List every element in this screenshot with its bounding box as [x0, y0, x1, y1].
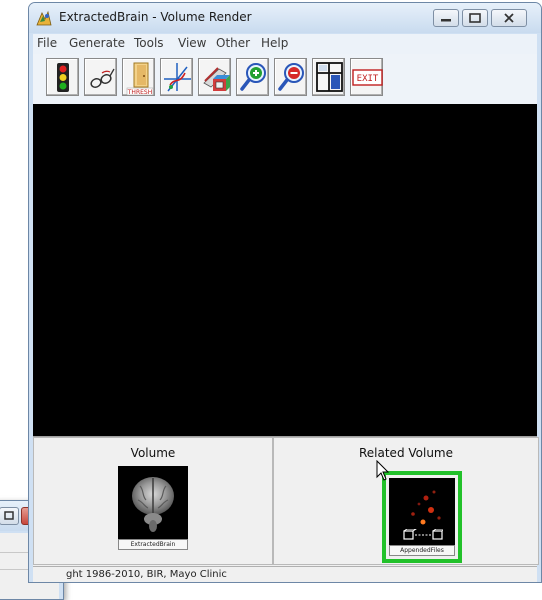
brain-image — [132, 477, 174, 532]
traffic-light-button[interactable] — [46, 58, 79, 96]
zoom-out-button[interactable] — [274, 58, 307, 96]
status-bar: ght 1986-2010, BIR, Mayo Clinic — [33, 566, 537, 582]
close-icon — [504, 13, 514, 23]
zoom-in-icon — [240, 63, 266, 91]
related-volume-pane-title: Related Volume — [358, 446, 454, 460]
menu-file[interactable]: File — [37, 36, 57, 50]
color-cube-button[interactable] — [198, 58, 231, 96]
exit-label: EXIT — [357, 74, 379, 84]
minimize-button[interactable] — [433, 9, 459, 27]
copyright-text: ght 1986-2010, BIR, Mayo Clinic — [66, 569, 227, 580]
maximize-icon — [469, 13, 481, 23]
menu-view[interactable]: View — [178, 36, 206, 50]
thresh-door-icon: THRESH — [126, 62, 154, 96]
volume-thumbnail[interactable]: ExtractedBrain — [118, 466, 188, 550]
thumbnail-panel: Volume ExtractedBrain Related Volume App… — [33, 436, 539, 567]
volume-thumbnail-label: ExtractedBrain — [118, 539, 188, 550]
volume-pane: Volume ExtractedBrain — [33, 437, 273, 565]
exit-icon: EXIT — [352, 69, 383, 86]
maximize-button[interactable] — [462, 9, 488, 27]
thresh-label: THRESH — [127, 89, 152, 96]
menu-bar: File Generate Tools View Other Help — [33, 34, 537, 54]
menu-other[interactable]: Other — [216, 36, 250, 50]
axes-icon — [164, 63, 191, 92]
volume-pane-title: Volume — [130, 446, 176, 460]
render-viewport[interactable] — [33, 104, 537, 436]
layout-button[interactable] — [312, 58, 345, 96]
axes-button[interactable] — [160, 58, 193, 96]
glasses-button[interactable] — [84, 58, 117, 96]
traffic-light-icon — [57, 63, 69, 92]
menu-help[interactable]: Help — [261, 36, 288, 50]
background-maximize-button[interactable] — [0, 507, 19, 525]
close-button[interactable] — [491, 9, 527, 27]
related-volume-pane: Related Volume AppendedFiles — [273, 437, 539, 565]
related-volume-thumbnail-label: AppendedFiles — [389, 545, 455, 556]
maximize-icon — [4, 511, 14, 520]
layout-panes-icon — [316, 62, 343, 92]
color-cube-icon — [203, 67, 230, 91]
glasses-icon — [90, 68, 115, 88]
mouse-cursor-icon — [376, 460, 390, 481]
selected-thumbnail-highlight: AppendedFiles — [382, 471, 462, 563]
menu-tools[interactable]: Tools — [134, 36, 164, 50]
volume-render-window: ExtractedBrain - Volume Render File Gene… — [28, 2, 542, 583]
zoom-out-icon — [278, 63, 304, 91]
menu-generate[interactable]: Generate — [69, 36, 125, 50]
link-volumes-icon — [403, 529, 443, 540]
minimize-icon — [441, 19, 451, 22]
app-icon — [36, 10, 52, 26]
related-volume-thumbnail[interactable]: AppendedFiles — [389, 478, 455, 556]
window-title: ExtractedBrain - Volume Render — [59, 10, 252, 24]
exit-button[interactable]: EXIT — [350, 58, 383, 96]
title-bar[interactable]: ExtractedBrain - Volume Render — [29, 3, 541, 33]
thresh-button[interactable]: THRESH — [122, 58, 155, 96]
zoom-in-button[interactable] — [236, 58, 269, 96]
toolbar: THRESH EXIT — [33, 54, 537, 104]
